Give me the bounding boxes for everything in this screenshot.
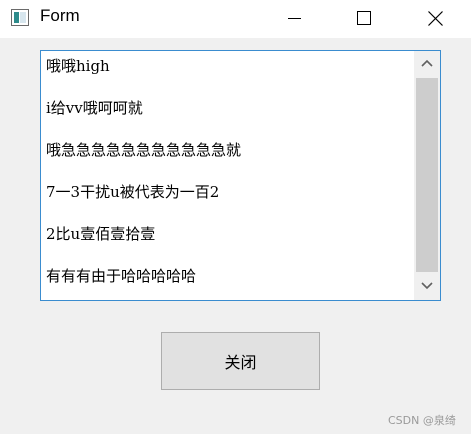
app-window-icon <box>11 9 29 26</box>
form-window: Form 哦哦high i给vv哦呵呵就 哦急急急急急急急急急急急就 7一3干扰… <box>0 0 471 434</box>
vertical-scrollbar[interactable] <box>414 51 440 300</box>
list-item[interactable]: i给vv哦呵呵就 <box>46 98 143 118</box>
list-items: 哦哦high i给vv哦呵呵就 哦急急急急急急急急急急急就 7一3干扰u被代表为… <box>41 51 413 300</box>
list-item[interactable]: 哦急急急急急急急急急急急就 <box>46 140 241 160</box>
window-close-button[interactable] <box>412 0 458 38</box>
list-item[interactable]: 7一3干扰u被代表为一百2 <box>46 182 219 202</box>
scroll-down-button[interactable] <box>414 274 440 300</box>
title-bar[interactable]: Form <box>0 0 471 38</box>
list-widget[interactable]: 哦哦high i给vv哦呵呵就 哦急急急急急急急急急急急就 7一3干扰u被代表为… <box>40 50 441 301</box>
maximize-icon <box>357 11 371 25</box>
window-title: Form <box>40 6 80 25</box>
chevron-up-icon <box>421 59 433 67</box>
close-icon <box>428 11 443 26</box>
chevron-down-icon <box>421 282 433 290</box>
minimize-button[interactable] <box>271 0 317 38</box>
list-item[interactable]: 2比u壹佰壹拾壹 <box>46 224 155 244</box>
watermark-text: CSDN @泉绮 <box>388 414 456 427</box>
list-item[interactable]: 有有有由于哈哈哈哈哈 <box>46 266 196 286</box>
scroll-up-button[interactable] <box>414 51 440 77</box>
scroll-thumb[interactable] <box>416 78 438 272</box>
maximize-button[interactable] <box>341 0 387 38</box>
close-button[interactable]: 关闭 <box>161 332 320 390</box>
minimize-icon <box>288 18 301 19</box>
list-item[interactable]: 哦哦high <box>46 56 110 76</box>
